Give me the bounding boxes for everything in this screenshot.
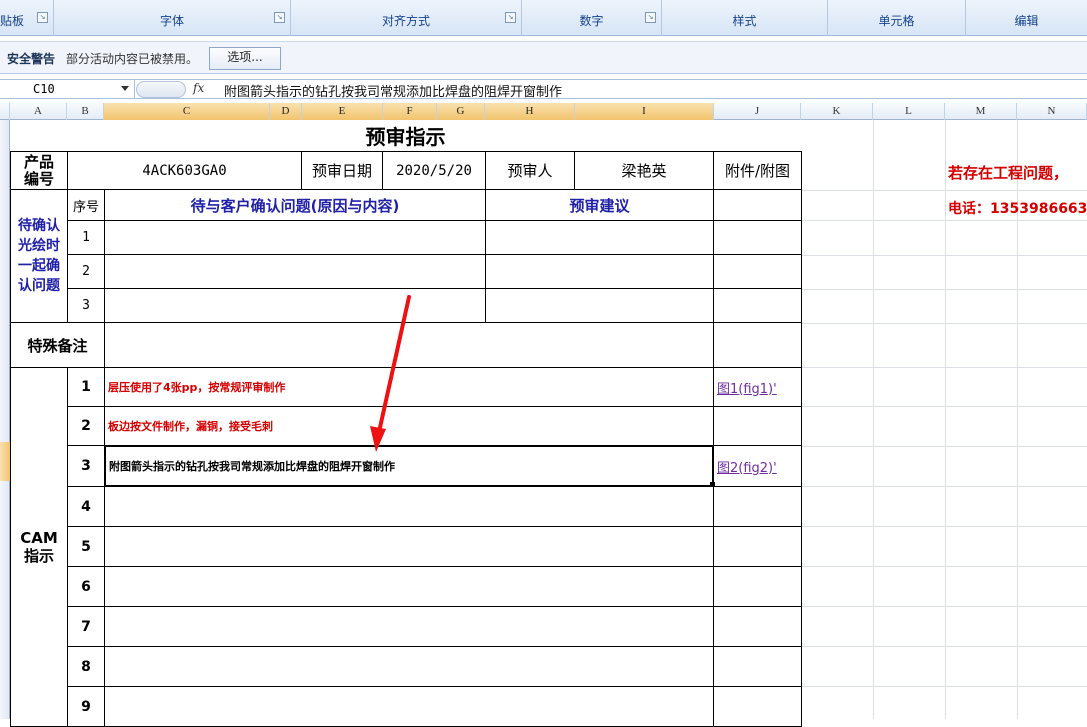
dialog-launcher-icon[interactable]: ↘ bbox=[274, 12, 285, 23]
ribbon-group-label: 编辑 bbox=[1014, 14, 1039, 28]
red-arrow-annotation bbox=[370, 295, 411, 452]
chevron-down-icon[interactable] bbox=[121, 86, 129, 91]
name-box[interactable]: C10 bbox=[0, 80, 135, 99]
column-header-j[interactable]: J bbox=[714, 103, 801, 120]
gridline bbox=[801, 566, 1087, 567]
column-header-h[interactable]: H bbox=[485, 103, 575, 120]
side-note-phone: 电话：13539866632 bbox=[948, 201, 1087, 217]
ribbon-group-label: 数字 bbox=[579, 14, 604, 28]
column-header-e[interactable]: E bbox=[302, 103, 383, 120]
ribbon: 贴板 ↘ 字体 ↘ 对齐方式 ↘ 数字 ↘ 样式 单元格 编辑 bbox=[0, 0, 1087, 36]
gridline bbox=[801, 289, 1087, 290]
gridline bbox=[945, 120, 946, 719]
security-warning-title: 安全警告 bbox=[7, 52, 56, 66]
ribbon-group-alignment[interactable]: 对齐方式 ↘ bbox=[291, 0, 522, 36]
ribbon-group-label: 字体 bbox=[159, 14, 184, 28]
dialog-launcher-icon[interactable]: ↘ bbox=[37, 12, 48, 23]
column-header-m[interactable]: M bbox=[945, 103, 1017, 120]
dialog-launcher-icon[interactable]: ↘ bbox=[645, 12, 656, 23]
worksheet-grid[interactable]: 预审指示 产品 编号 4ACK603GA0 预审日期 2020/5/20 预审人… bbox=[10, 120, 1087, 727]
security-warning-message: 部分活动内容已被禁用。 bbox=[66, 52, 199, 66]
ribbon-group-cells[interactable]: 单元格 bbox=[828, 0, 966, 36]
column-header-l[interactable]: L bbox=[873, 103, 945, 120]
insert-function-icon[interactable]: fx bbox=[193, 81, 204, 95]
formula-bar-resize-handle[interactable] bbox=[136, 81, 186, 98]
gridline bbox=[801, 486, 1087, 487]
security-warning-bar: 安全警告 部分活动内容已被禁用。 选项... bbox=[0, 41, 1087, 74]
options-button[interactable]: 选项... bbox=[209, 47, 281, 70]
dialog-launcher-icon[interactable]: ↘ bbox=[505, 12, 516, 23]
column-header-k[interactable]: K bbox=[801, 103, 873, 120]
column-header-f[interactable]: F bbox=[383, 103, 437, 120]
ribbon-group-label: 单元格 bbox=[878, 14, 915, 28]
gridline bbox=[801, 323, 1087, 324]
gridline bbox=[801, 255, 1087, 256]
row-headers bbox=[0, 120, 10, 719]
gridline bbox=[801, 646, 1087, 647]
ribbon-group-label: 样式 bbox=[732, 14, 757, 28]
column-header-c[interactable]: C bbox=[104, 103, 270, 120]
gridline bbox=[801, 446, 1087, 447]
ribbon-group-clipboard[interactable]: 贴板 ↘ bbox=[0, 0, 54, 36]
gridline bbox=[801, 606, 1087, 607]
column-header-b[interactable]: B bbox=[67, 103, 104, 120]
column-headers: ABCDEFGHIJKLMN bbox=[0, 103, 1087, 120]
side-note-issue: 若存在工程问题， bbox=[948, 164, 1069, 182]
column-header-n[interactable]: N bbox=[1017, 103, 1087, 120]
ribbon-group-editing[interactable]: 编辑 bbox=[966, 0, 1087, 36]
formula-input[interactable]: 附图箭头指示的钻孔按我司常规添加比焊盘的阻焊开窗制作 bbox=[224, 81, 562, 100]
column-header-i[interactable]: I bbox=[575, 103, 714, 120]
gridline bbox=[801, 367, 1087, 368]
formula-bar: C10 fx 附图箭头指示的钻孔按我司常规添加比焊盘的阻焊开窗制作 bbox=[0, 79, 1087, 100]
column-header-g[interactable]: G bbox=[437, 103, 485, 120]
ribbon-group-label: 对齐方式 bbox=[381, 14, 430, 28]
gridline bbox=[873, 120, 874, 719]
gridline bbox=[801, 220, 1087, 221]
column-header-a[interactable]: A bbox=[10, 103, 67, 120]
ribbon-group-font[interactable]: 字体 ↘ bbox=[54, 0, 291, 36]
selected-row-header[interactable] bbox=[0, 442, 10, 481]
gridline bbox=[801, 526, 1087, 527]
gridline bbox=[801, 686, 1087, 687]
column-header-d[interactable]: D bbox=[270, 103, 302, 120]
ribbon-group-number[interactable]: 数字 ↘ bbox=[522, 0, 662, 36]
gridline bbox=[801, 406, 1087, 407]
select-all-corner[interactable] bbox=[0, 103, 10, 120]
ribbon-group-styles[interactable]: 样式 bbox=[662, 0, 828, 36]
gridline bbox=[801, 190, 1087, 191]
